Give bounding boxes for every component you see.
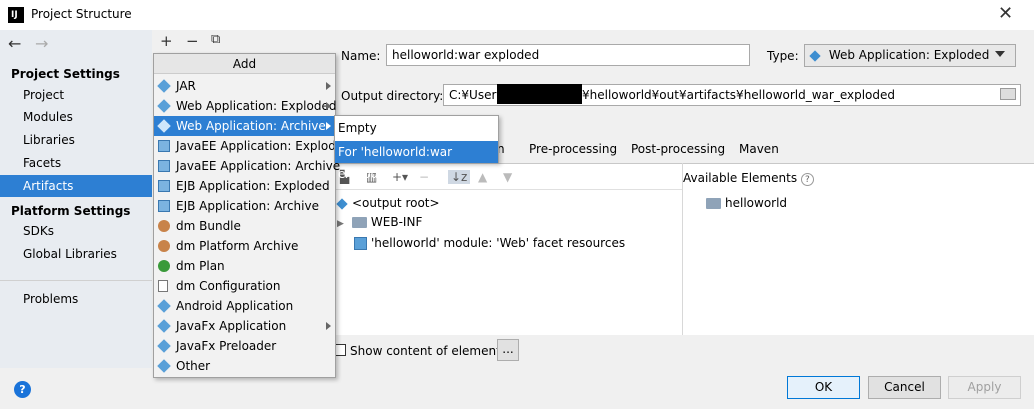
menu-item-jar[interactable]: JAR xyxy=(154,76,335,96)
help-icon: ? xyxy=(800,173,814,186)
web-facet-icon xyxy=(354,237,367,250)
output-directory-label: Output directory: xyxy=(341,89,444,103)
menu-item-javaee-exploded[interactable]: JavaEE Application: Exploded xyxy=(154,136,351,156)
dm-plan-icon xyxy=(158,260,170,272)
ejb-icon xyxy=(158,180,170,192)
javafx-icon xyxy=(157,319,171,333)
tree-output-root[interactable]: <output root> xyxy=(336,193,440,213)
available-helloworld[interactable]: helloworld xyxy=(706,193,787,213)
tree-facet-resources[interactable]: 'helloworld' module: 'Web' facet resourc… xyxy=(354,233,625,253)
remove-copy-icon[interactable]: − xyxy=(419,170,429,184)
sidebar-item-modules[interactable]: Modules xyxy=(0,106,152,128)
tab-pre-processing[interactable]: Pre-processing xyxy=(529,142,617,156)
artifact-icon xyxy=(157,359,171,373)
type-select-value: Web Application: Exploded xyxy=(828,48,990,62)
chevron-down-icon xyxy=(995,51,1005,57)
menu-item-dm-bundle[interactable]: dm Bundle xyxy=(154,216,335,236)
sidebar-divider xyxy=(0,280,152,281)
menu-item-dm-platform-archive[interactable]: dm Platform Archive xyxy=(154,236,335,256)
menu-item-ejb-archive[interactable]: EJB Application: Archive xyxy=(154,196,335,216)
remove-button[interactable]: − xyxy=(186,32,199,50)
project-settings-header: Project Settings xyxy=(11,67,120,81)
sidebar-item-libraries[interactable]: Libraries xyxy=(0,129,152,151)
type-select[interactable]: Web Application: Exploded xyxy=(804,44,1016,67)
title-bar: IJ Project Structure ✕ xyxy=(0,0,1034,30)
sort-icon[interactable]: ↓z xyxy=(448,170,471,184)
add-button[interactable]: + xyxy=(160,32,173,50)
dm-bundle-icon xyxy=(158,220,170,232)
ellipsis-button[interactable]: ... xyxy=(497,339,519,361)
menu-item-dm-configuration[interactable]: dm Configuration xyxy=(154,276,335,296)
add-menu-header: Add xyxy=(154,54,335,74)
dm-config-icon xyxy=(158,280,168,292)
web-artifact-icon xyxy=(157,99,171,113)
expand-arrow-icon[interactable]: ▶ xyxy=(337,219,344,229)
sidebar-item-project[interactable]: Project xyxy=(0,84,152,106)
menu-item-javaee-archive[interactable]: JavaEE Application: Archive xyxy=(154,156,340,176)
show-content-label: Show content of elements xyxy=(350,344,508,358)
forward-arrow-icon[interactable]: → xyxy=(35,34,48,53)
android-icon xyxy=(157,299,171,313)
copy-icon[interactable]: ⧉ xyxy=(211,32,220,47)
panel-divider xyxy=(682,163,683,335)
sidebar-item-facets[interactable]: Facets xyxy=(0,152,152,174)
submenu-arrow-icon xyxy=(326,122,331,130)
web-artifact-icon xyxy=(157,119,171,133)
javaee-icon xyxy=(158,140,170,152)
sidebar-item-global-libraries[interactable]: Global Libraries xyxy=(0,243,152,265)
redaction-bar xyxy=(497,84,582,104)
type-label: Type: xyxy=(767,49,799,63)
ok-button[interactable]: OK xyxy=(787,376,860,399)
web-artifact-icon xyxy=(336,197,348,210)
menu-item-web-exploded[interactable]: Web Application: Exploded xyxy=(154,96,336,116)
cancel-button[interactable]: Cancel xyxy=(868,376,941,399)
submenu-arrow-icon xyxy=(326,102,331,110)
javafx-icon xyxy=(157,339,171,353)
menu-item-javafx-application[interactable]: JavaFx Application xyxy=(154,316,335,336)
menu-item-other[interactable]: Other xyxy=(154,356,335,376)
move-down-icon[interactable]: ▼ xyxy=(503,170,512,184)
folder-icon[interactable] xyxy=(1000,88,1016,100)
name-label: Name: xyxy=(341,49,381,63)
sidebar-item-problems[interactable]: Problems xyxy=(0,288,152,310)
menu-item-ejb-exploded[interactable]: EJB Application: Exploded xyxy=(154,176,335,196)
menu-item-web-archive[interactable]: Web Application: Archive xyxy=(154,116,335,136)
web-archive-submenu: Empty For 'helloworld:war exploded' xyxy=(334,115,499,181)
sidebar-item-artifacts[interactable]: Artifacts xyxy=(0,175,152,197)
apply-button[interactable]: Apply xyxy=(948,376,1021,399)
dm-platform-icon xyxy=(158,240,170,252)
tree-web-inf[interactable]: ▶ WEB-INF xyxy=(337,212,422,232)
submenu-arrow-icon xyxy=(326,82,331,90)
output-directory-suffix: ¥helloworld¥out¥artifacts¥helloworld_war… xyxy=(582,88,896,102)
tab-maven[interactable]: Maven xyxy=(739,142,779,156)
javaee-icon xyxy=(158,160,170,172)
submenu-item-for-exploded[interactable]: For 'helloworld:war exploded' xyxy=(335,141,498,181)
web-artifact-icon xyxy=(809,49,821,62)
module-folder-icon xyxy=(706,198,721,209)
menu-item-android-application[interactable]: Android Application xyxy=(154,296,335,316)
help-button[interactable]: ? xyxy=(14,381,31,398)
artifact-icon xyxy=(157,79,171,93)
back-arrow-icon[interactable]: ← xyxy=(8,34,21,53)
sidebar-item-sdks[interactable]: SDKs xyxy=(0,220,152,242)
close-icon[interactable]: ✕ xyxy=(998,3,1013,24)
folder-icon xyxy=(351,217,367,228)
name-field[interactable]: helloworld:war exploded xyxy=(386,44,750,66)
submenu-item-empty[interactable]: Empty xyxy=(335,117,498,139)
platform-settings-header: Platform Settings xyxy=(11,204,131,218)
intellij-logo-icon: IJ xyxy=(8,7,24,23)
available-elements-label: Available Elements ? xyxy=(683,171,814,186)
submenu-arrow-icon xyxy=(326,322,331,330)
move-up-icon[interactable]: ▲ xyxy=(478,170,487,184)
tab-post-processing[interactable]: Post-processing xyxy=(631,142,725,156)
menu-item-javafx-preloader[interactable]: JavaFx Preloader xyxy=(154,336,335,356)
ejb-icon xyxy=(158,200,170,212)
menu-item-dm-plan[interactable]: dm Plan xyxy=(154,256,335,276)
window-title: Project Structure xyxy=(31,7,132,21)
add-menu: Add JAR Web Application: Exploded Web Ap… xyxy=(153,53,351,378)
